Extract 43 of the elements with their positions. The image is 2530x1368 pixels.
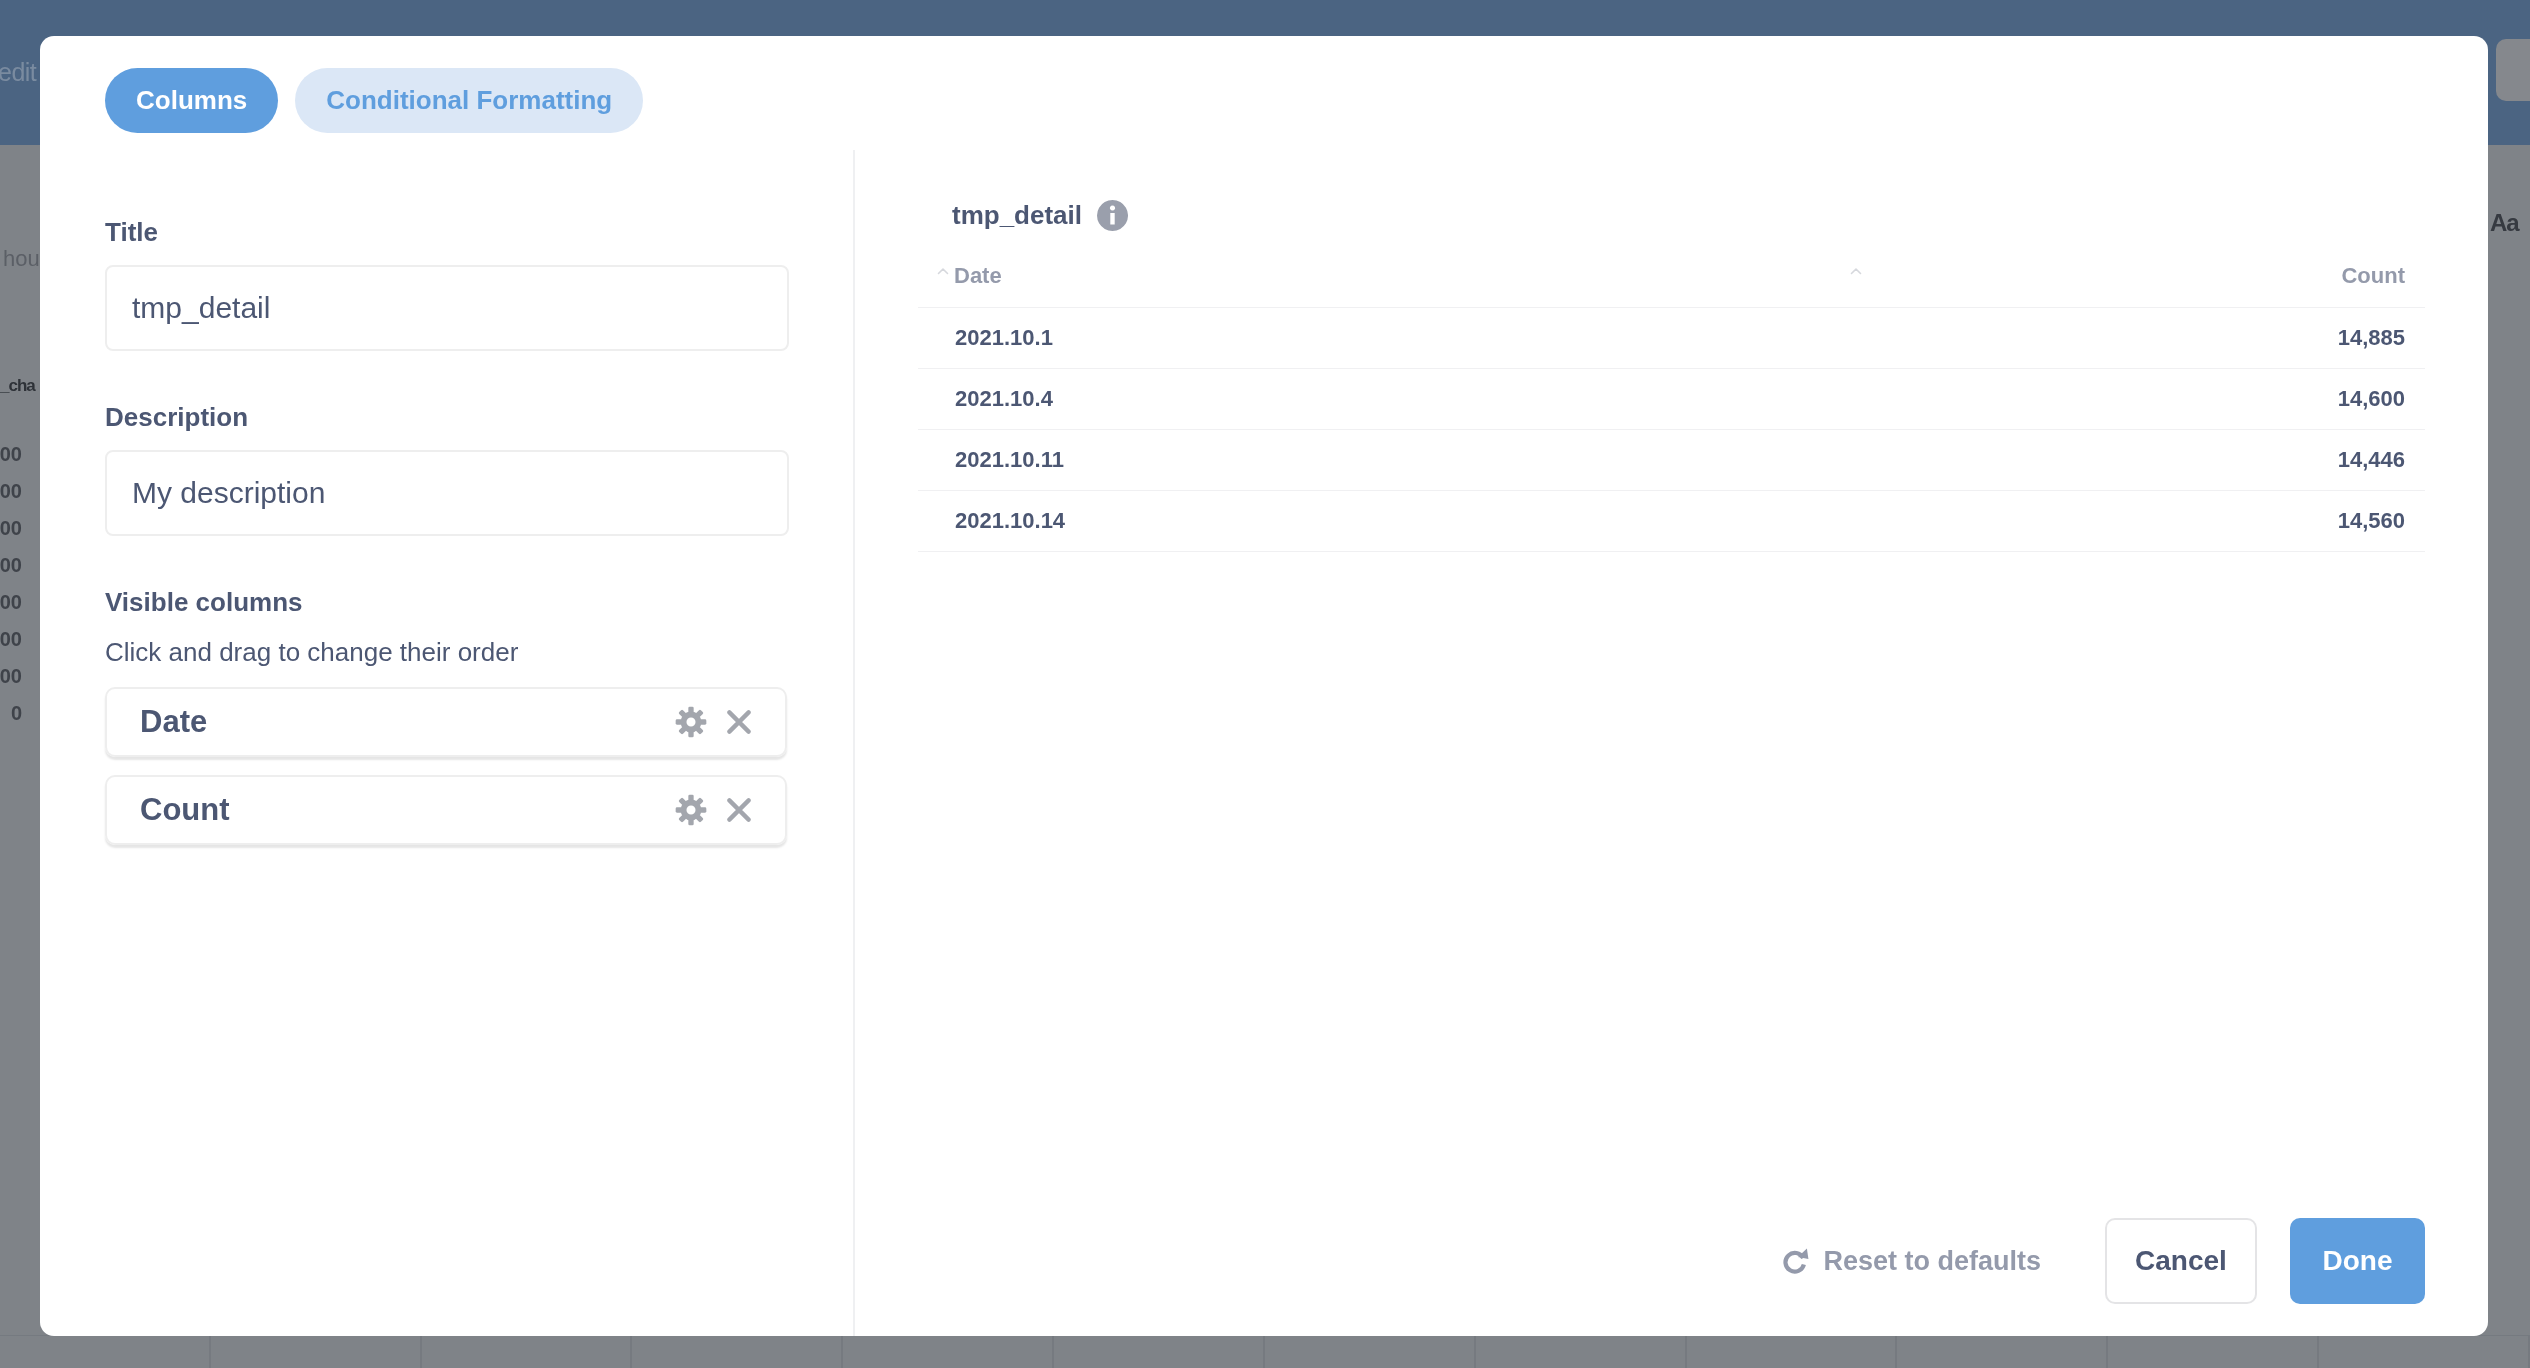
sort-caret-icon[interactable] [1850, 267, 1862, 275]
info-icon[interactable] [1097, 199, 1129, 231]
sidebar-text: _cha [0, 376, 35, 396]
axis-label: 00 [0, 664, 22, 688]
table-cell: 14,560 [2337, 508, 2405, 534]
column-header[interactable]: Date [954, 263, 1002, 289]
tab[interactable]: Conditional Formatting [295, 68, 644, 133]
gear-icon[interactable] [675, 794, 707, 826]
axis-label: 00 [0, 553, 22, 577]
table-title: tmp_detail [952, 199, 1083, 231]
table-cell: 2021.10.14 [955, 508, 1066, 534]
hint-text: Click and drag to change their order [105, 636, 520, 668]
close-icon[interactable] [727, 710, 751, 734]
done-button[interactable]: Done [2290, 1218, 2425, 1304]
sort-caret-icon[interactable] [937, 267, 949, 275]
title-input[interactable]: tmp_detail [105, 265, 789, 351]
reset-button[interactable]: Reset to defaults [1781, 1245, 2041, 1277]
description-input[interactable]: My description [105, 450, 789, 536]
cancel-button[interactable]: Cancel [2105, 1218, 2257, 1304]
axis-label: 00 [0, 442, 22, 466]
gear-icon[interactable] [675, 706, 707, 738]
field-label: Description [105, 401, 250, 433]
tab[interactable]: Columns [105, 68, 279, 133]
column-header[interactable]: Count [2341, 263, 2405, 289]
field-label: Title [105, 216, 159, 248]
column-item[interactable]: Date [105, 687, 787, 757]
section-heading: Visible columns [105, 586, 304, 618]
axis-label: 00 [0, 590, 22, 614]
column-item[interactable]: Count [105, 775, 787, 845]
table-cell: 2021.10.4 [955, 386, 1053, 412]
side-label: Aa [2489, 209, 2521, 237]
close-icon[interactable] [727, 798, 751, 822]
table-cell: 14,600 [2337, 386, 2405, 412]
table-cell: 2021.10.1 [955, 325, 1053, 351]
axis-label: 0 [10, 701, 22, 725]
axis-label: 00 [0, 516, 22, 540]
reset-arrow-icon [1781, 1247, 1810, 1275]
axis-label: 00 [0, 627, 22, 651]
toolbar-button[interactable] [2496, 38, 2530, 101]
axis-label: 00 [0, 479, 22, 503]
table-cell: 14,885 [2337, 325, 2405, 351]
table-cell: 2021.10.11 [955, 447, 1064, 473]
table-cell: 14,446 [2337, 447, 2405, 473]
